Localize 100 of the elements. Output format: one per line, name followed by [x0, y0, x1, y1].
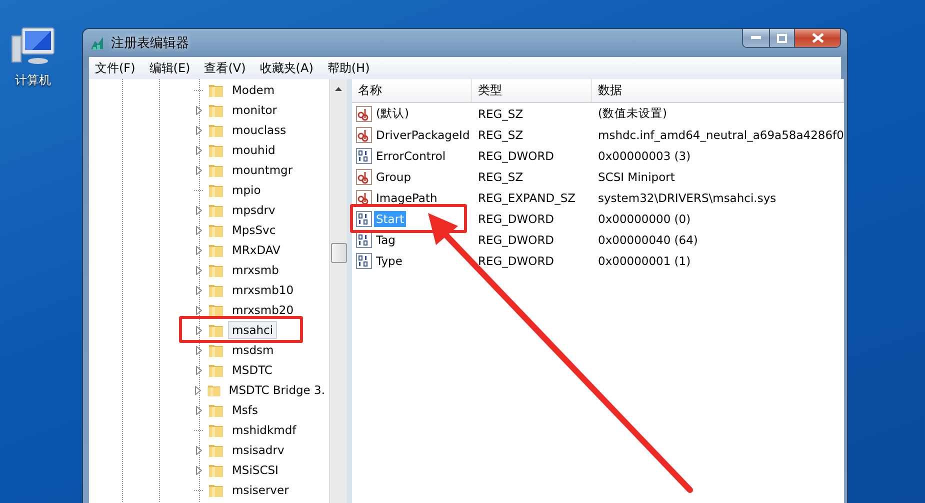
expand-arrow-icon[interactable] [196, 166, 202, 174]
expand-arrow-icon[interactable] [196, 366, 202, 374]
folder-icon [208, 482, 224, 498]
tree-item[interactable]: MSDTC Bridge 3. [224, 381, 329, 399]
tree-item[interactable]: MRxDAV [228, 241, 284, 259]
tree-item[interactable]: MSDTC [228, 361, 276, 379]
tree-item[interactable]: mpio [228, 181, 265, 199]
value-data: mshdc.inf_amd64_neutral_a69a58a4286f0 [597, 128, 844, 142]
tree-item[interactable]: Modem [228, 81, 279, 99]
value-data: 0x00000001 (1) [597, 254, 692, 268]
tree-item[interactable]: monitor [228, 101, 281, 119]
binary-value-icon [356, 232, 372, 248]
menu-item[interactable]: 查看(V) [204, 60, 246, 76]
folder-icon [208, 322, 224, 338]
value-name[interactable]: ErrorControl [374, 148, 448, 164]
expand-arrow-icon[interactable] [196, 446, 202, 454]
desktop-icon-label: 计算机 [15, 72, 51, 89]
folder-icon [208, 122, 224, 138]
value-type: REG_SZ [477, 106, 524, 120]
binary-value-icon [356, 210, 372, 226]
tree-item[interactable]: mpsdrv [228, 201, 280, 219]
computer-icon[interactable] [10, 26, 56, 66]
value-type: REG_EXPAND_SZ [477, 190, 577, 204]
tree-item[interactable]: msdsm [228, 341, 278, 359]
menu-item[interactable]: 编辑(E) [149, 60, 190, 76]
menu-item[interactable]: 收藏夹(A) [260, 60, 314, 76]
folder-icon [208, 242, 224, 258]
window-title: 注册表编辑器 [111, 35, 190, 52]
folder-icon [208, 82, 224, 98]
folder-icon [208, 142, 224, 158]
folder-icon [208, 362, 224, 378]
value-data: SCSI Miniport [597, 170, 676, 184]
tree-item[interactable]: mshidkmdf [228, 421, 300, 439]
string-value-icon [356, 126, 372, 142]
folder-icon [208, 402, 224, 418]
expand-arrow-icon[interactable] [196, 306, 202, 314]
expand-arrow-icon[interactable] [196, 406, 202, 414]
tree-item[interactable]: mountmgr [228, 161, 297, 179]
tree-item[interactable]: mrxsmb [228, 261, 283, 279]
maximize-button[interactable] [769, 29, 794, 47]
expand-arrow-icon[interactable] [196, 146, 202, 154]
value-data: 0x00000003 (3) [597, 148, 692, 162]
folder-icon [208, 282, 224, 298]
folder-icon [208, 182, 224, 198]
value-name[interactable]: Group [374, 168, 414, 184]
value-data: 0x00000040 (64) [597, 232, 699, 246]
expand-arrow-icon[interactable] [196, 106, 202, 114]
value-name[interactable]: (默认) [374, 105, 411, 122]
scrollbar[interactable] [329, 79, 347, 503]
scroll-up-icon[interactable] [335, 87, 342, 91]
column-header[interactable]: 名称 [352, 79, 472, 102]
folder-icon [208, 342, 224, 358]
value-name[interactable]: Type [374, 252, 404, 268]
expand-arrow-icon[interactable] [196, 226, 202, 234]
menu-item[interactable]: 文件(F) [95, 60, 136, 76]
close-icon [812, 33, 824, 43]
folder-icon [208, 102, 224, 118]
value-type: REG_DWORD [477, 212, 556, 226]
tree-item[interactable]: Msfs [228, 401, 262, 419]
expand-arrow-icon[interactable] [196, 286, 202, 294]
binary-value-icon [356, 148, 372, 164]
value-name[interactable]: Tag [374, 232, 398, 248]
expand-arrow-icon[interactable] [196, 326, 202, 334]
folder-icon [208, 462, 224, 478]
column-header[interactable]: 数据 [592, 79, 844, 102]
tree-item[interactable]: mrxsmb10 [228, 281, 298, 299]
scrollbar-thumb[interactable] [330, 243, 346, 263]
expand-arrow-icon[interactable] [196, 206, 202, 214]
binary-value-icon [356, 252, 372, 268]
value-data: system32\DRIVERS\msahci.sys [597, 190, 778, 204]
tree-item[interactable]: msiserver [228, 481, 293, 499]
folder-icon [208, 202, 224, 218]
tree-item[interactable]: mouclass [228, 121, 290, 139]
folder-icon [208, 442, 224, 458]
expand-arrow-icon[interactable] [196, 266, 202, 274]
string-value-icon [356, 106, 372, 122]
value-name[interactable]: DriverPackageId [374, 126, 472, 142]
tree-item[interactable]: msisadrv [228, 441, 288, 459]
minimize-icon [751, 36, 761, 40]
value-data: 0x00000000 (0) [597, 212, 692, 226]
tree-item[interactable]: mrxsmb20 [228, 301, 298, 319]
close-button[interactable] [794, 29, 840, 47]
string-value-icon [356, 168, 372, 184]
tree-item[interactable]: msahci [228, 321, 278, 339]
value-name[interactable]: ImagePath [374, 190, 440, 206]
string-value-icon [356, 190, 372, 206]
tree-item[interactable]: MSiSCSI [228, 461, 282, 479]
expand-arrow-icon[interactable] [196, 246, 202, 254]
tree-item[interactable]: mouhid [228, 141, 280, 159]
expand-arrow-icon[interactable] [196, 346, 202, 354]
maximize-icon [777, 34, 787, 42]
column-header[interactable]: 类型 [472, 79, 592, 102]
folder-icon [208, 262, 224, 278]
registry-editor-icon [89, 35, 105, 51]
tree-item[interactable]: MpsSvc [228, 221, 280, 239]
expand-arrow-icon[interactable] [196, 126, 202, 134]
menu-item[interactable]: 帮助(H) [327, 60, 370, 76]
expand-arrow-icon[interactable] [195, 386, 202, 394]
folder-icon [208, 302, 224, 318]
expand-arrow-icon[interactable] [196, 466, 202, 474]
